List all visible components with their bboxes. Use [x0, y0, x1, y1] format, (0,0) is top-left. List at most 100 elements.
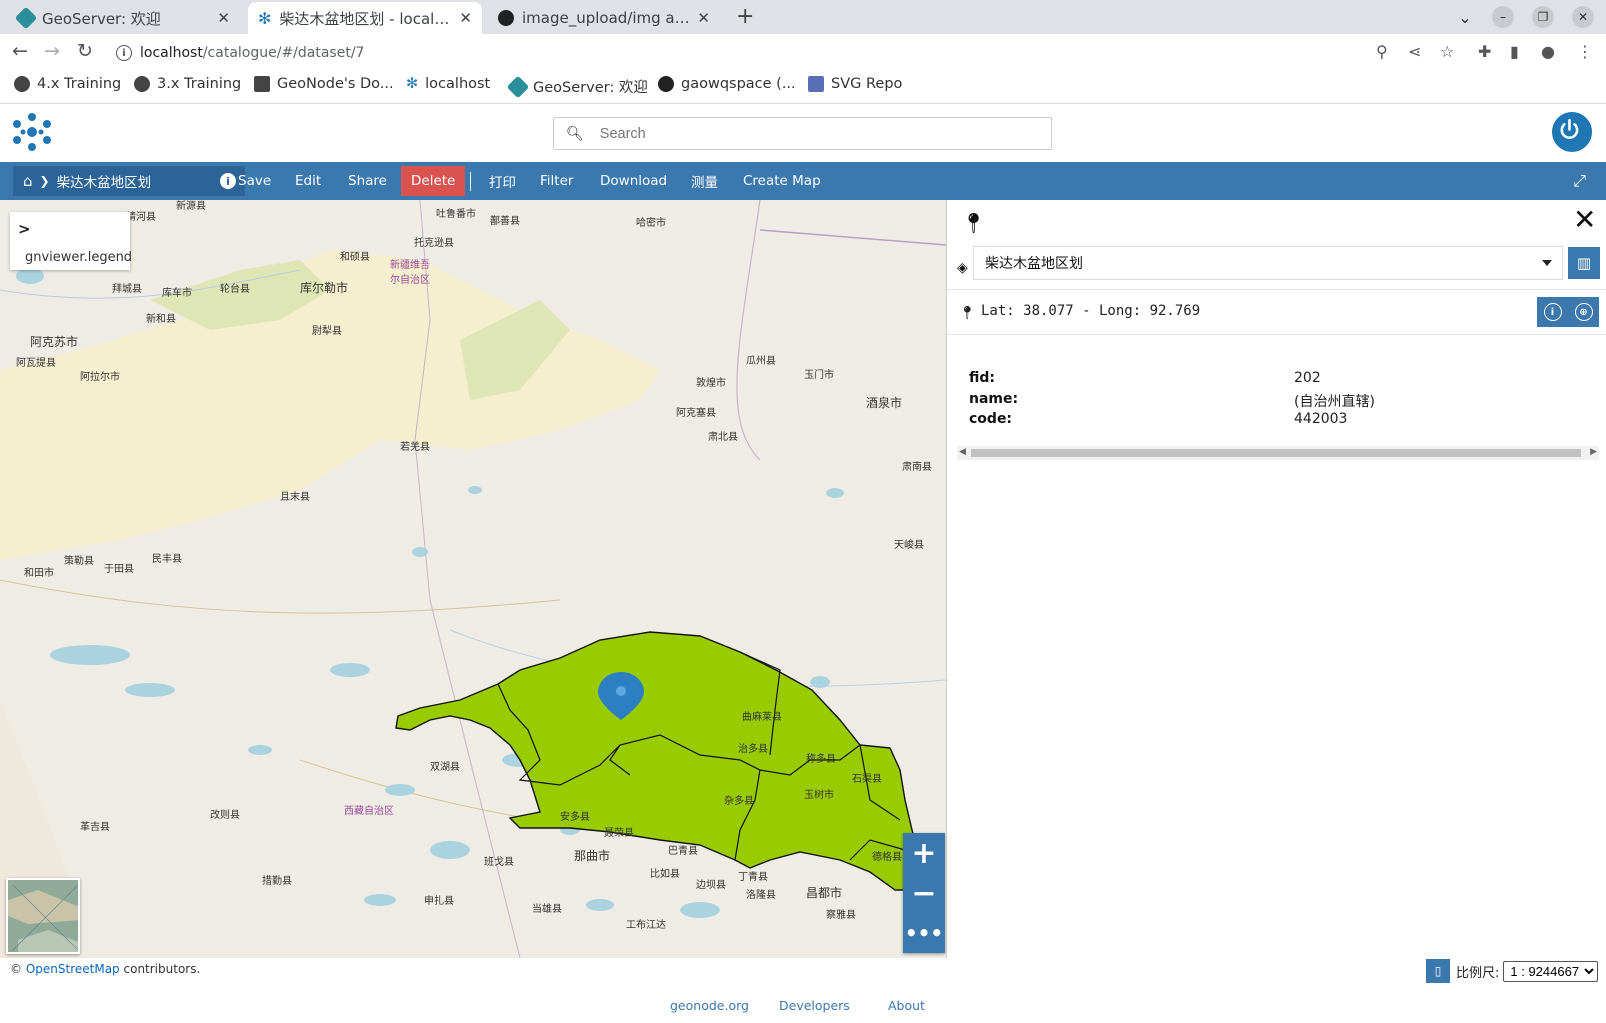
filter-button[interactable]: Filter — [530, 166, 583, 196]
share-icon[interactable]: ⋖ — [1408, 42, 1421, 61]
map-label: 杂多县 — [724, 796, 754, 807]
globe-icon — [14, 76, 30, 92]
table-row: code: 442003 — [969, 411, 1589, 432]
close-icon[interactable]: ✕ — [459, 9, 472, 27]
share-button[interactable]: Share — [338, 166, 397, 196]
bookmark-item[interactable]: GeoServer: 欢迎 — [506, 75, 648, 98]
bookmark-label: localhost — [425, 76, 491, 92]
close-icon[interactable]: ✕ — [1573, 206, 1596, 234]
close-icon[interactable]: ✕ — [217, 9, 230, 27]
bookmark-item[interactable]: gaowqspace (... — [658, 76, 796, 92]
map-label: 巴青县 — [668, 846, 698, 857]
map-label: 策勒县 — [64, 556, 94, 567]
about-link[interactable]: About — [888, 998, 925, 1013]
bookmark-item[interactable]: GeoNode's Do... — [254, 76, 394, 92]
star-icon[interactable]: ☆ — [1440, 42, 1454, 61]
tab-github[interactable]: image_upload/img at main ✕ — [488, 2, 720, 34]
map-label: 当雄县 — [532, 904, 562, 915]
table-row: name: (自治州直辖) — [969, 391, 1589, 412]
table-row: fid: 202 — [969, 370, 1589, 391]
save-button[interactable]: Save — [228, 166, 281, 196]
map-attribution: © OpenStreetMap contributors. — [10, 962, 200, 976]
map-label: 安多县 — [560, 812, 590, 823]
info-icon[interactable]: i — [1543, 303, 1562, 321]
measure-button[interactable]: 测量 — [681, 166, 728, 196]
url-field[interactable]: i localhost/catalogue/#/dataset/7 — [116, 40, 364, 66]
layer-select-value: 柴达木盆地区划 — [985, 256, 1083, 272]
new-tab-icon[interactable]: + — [736, 4, 754, 29]
profile-icon[interactable]: ● — [1541, 42, 1555, 61]
fullscreen-icon[interactable]: ⤢ — [1573, 171, 1586, 191]
reload-icon[interactable]: ↻ — [77, 40, 93, 62]
chevron-right-icon: ❯ — [39, 174, 50, 188]
tab-dataset[interactable]: ✻ 柴达木盆地区划 - localhost ✕ — [248, 2, 482, 34]
horizontal-scrollbar[interactable]: ◀ ▶ — [957, 446, 1599, 460]
chart-button[interactable]: ▥ — [1568, 247, 1600, 279]
edit-button[interactable]: Edit — [285, 166, 331, 196]
menu-icon[interactable]: ⋮ — [1577, 42, 1593, 61]
close-window-icon[interactable]: ✕ — [1572, 6, 1594, 28]
mouse-icon[interactable]: ▯ — [1426, 959, 1450, 983]
map-label: 天峻县 — [894, 540, 924, 551]
browser-tab-bar: GeoServer: 欢迎 ✕ ✻ 柴达木盆地区划 - localhost ✕ … — [0, 0, 1606, 34]
expand-legend-icon[interactable]: > — [18, 220, 31, 238]
forward-icon[interactable]: → — [44, 40, 60, 62]
map-label: 昌都市 — [806, 886, 843, 900]
scroll-right-icon[interactable]: ▶ — [1590, 447, 1597, 457]
map-canvas[interactable] — [0, 200, 946, 958]
search-input[interactable] — [599, 125, 1020, 142]
create-map-button[interactable]: Create Map — [733, 166, 831, 196]
map-label: 瓜州县 — [746, 356, 776, 367]
bookmark-item[interactable]: 4.x Training — [14, 76, 121, 92]
minimize-icon[interactable]: – — [1492, 6, 1514, 28]
breadcrumb: ⌂ ❯ 柴达木盆地区划 i — [13, 166, 245, 196]
zoom-out-button[interactable]: − — [903, 873, 945, 913]
geonode-logo-icon[interactable] — [12, 112, 52, 152]
tab-geoserver[interactable]: GeoServer: 欢迎 ✕ — [8, 2, 240, 34]
globe-search-icon[interactable]: ⊕ — [1574, 303, 1593, 321]
scale-control: ▯ 比例尺: 1 : 9244667 — [1426, 959, 1599, 983]
github-favicon-icon — [498, 10, 514, 26]
map-label: 酒泉市 — [866, 396, 903, 410]
geonode-link[interactable]: geonode.org — [670, 998, 749, 1013]
scale-select[interactable]: 1 : 9244667 — [1503, 960, 1599, 982]
map-viewer[interactable]: 吐鲁番市 鄯善县 哈密市 托克逊县 和硕县 新疆维吾尔自治区 拜城县 库车市 轮… — [0, 200, 946, 958]
zoom-in-button[interactable]: + — [903, 833, 945, 873]
geoserver-favicon-icon — [14, 6, 38, 30]
overview-minimap[interactable] — [6, 878, 80, 954]
layer-select[interactable]: 柴达木盆地区划 — [973, 246, 1563, 280]
location-icon[interactable]: ⚲ — [1376, 42, 1388, 61]
tab-search-icon[interactable]: ⌄ — [1454, 6, 1476, 28]
back-icon[interactable]: ← — [12, 40, 28, 62]
legend-label: gnviewer.legend — [25, 250, 133, 265]
power-icon[interactable] — [1552, 112, 1592, 152]
map-label: 新源县 — [176, 201, 206, 212]
selected-polygon[interactable] — [395, 631, 919, 891]
openstreetmap-link[interactable]: OpenStreetMap — [26, 962, 120, 976]
print-button[interactable]: 打印 — [479, 166, 526, 196]
map-label: 西藏自治区 — [344, 806, 394, 817]
map-label: 阿拉尔市 — [80, 372, 120, 383]
map-label: 民丰县 — [152, 554, 182, 565]
map-label: 阿克塞县 — [676, 408, 716, 419]
restore-icon[interactable]: ❐ — [1532, 6, 1554, 28]
home-icon[interactable]: ⌂ — [23, 172, 33, 190]
site-info-icon[interactable]: i — [116, 45, 132, 61]
bookmark-item[interactable]: ✻ localhost — [406, 76, 490, 92]
scrollbar-thumb[interactable] — [971, 449, 1581, 457]
side-panel-icon[interactable]: ▮ — [1510, 42, 1519, 61]
bookmark-item[interactable]: 3.x Training — [134, 76, 241, 92]
map-label: 阿瓦提县 — [16, 358, 56, 369]
download-button[interactable]: Download — [590, 166, 677, 196]
scroll-left-icon[interactable]: ◀ — [959, 447, 966, 457]
more-options-button[interactable]: ••• — [903, 913, 945, 953]
bookmark-item[interactable]: SVG Repo — [808, 76, 902, 92]
map-label: 称多县 — [806, 754, 836, 765]
extensions-icon[interactable]: ✚ — [1478, 42, 1491, 61]
bookmark-label: GeoServer: 欢迎 — [533, 80, 648, 96]
close-icon[interactable]: ✕ — [697, 9, 710, 27]
delete-button[interactable]: Delete — [401, 166, 466, 196]
developers-link[interactable]: Developers — [779, 998, 850, 1013]
bookmark-label: GeoNode's Do... — [277, 76, 394, 92]
coordinate-row: 📍︎ Lat: 38.077 - Long: 92.769 i ⊕ — [947, 289, 1606, 335]
